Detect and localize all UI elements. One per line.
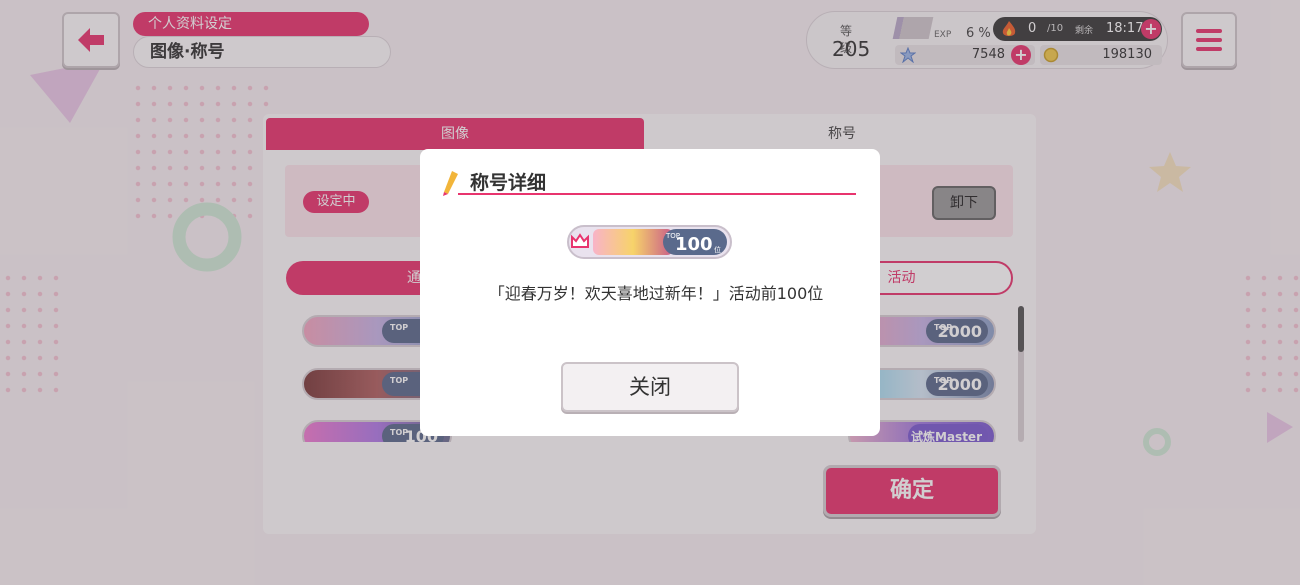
close-button[interactable]: 关闭	[561, 362, 739, 412]
badge-suffix: 位	[714, 245, 721, 254]
pen-icon	[443, 171, 458, 196]
title-description: 「迎春万岁！欢天喜地过新年！」活动前100位	[488, 284, 824, 303]
modal-title-underline	[458, 193, 856, 195]
badge-rank: 100	[675, 234, 713, 255]
title-badge: TOP 100 位	[567, 225, 732, 259]
modal-title: 称号详细	[470, 172, 547, 194]
